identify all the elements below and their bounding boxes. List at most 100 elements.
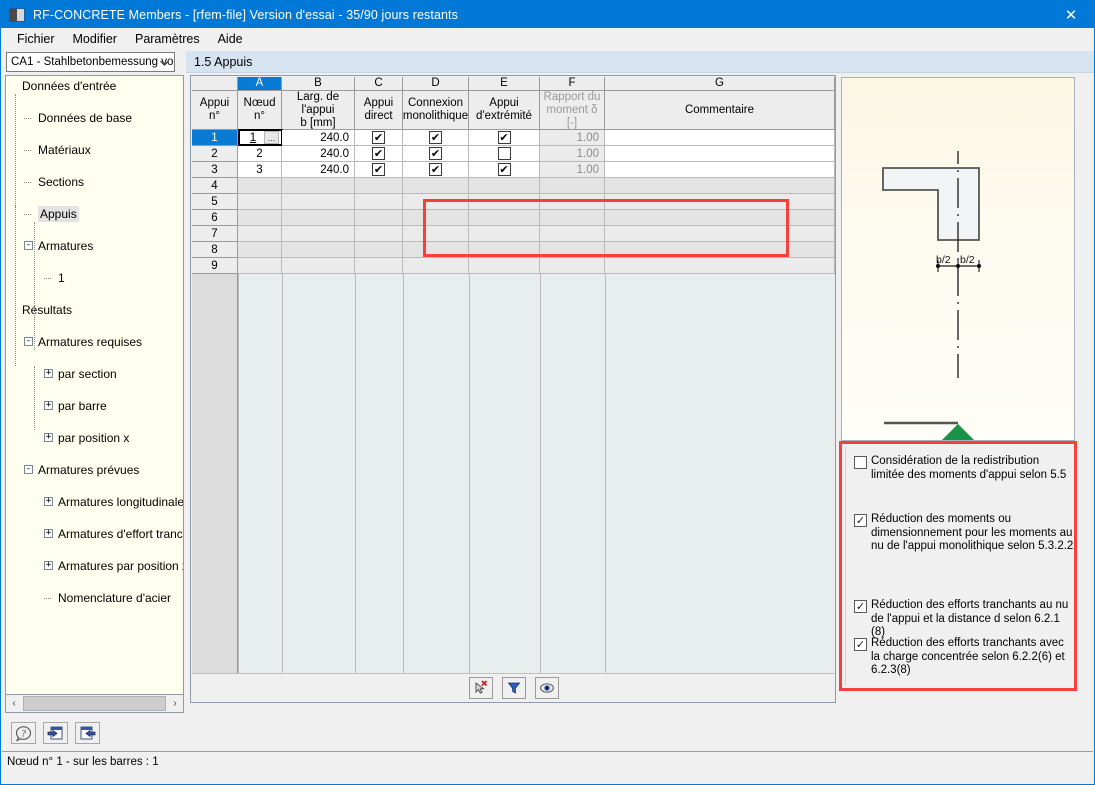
cell-appui-extremite[interactable]: ✔ [469,162,540,178]
empty-cell[interactable] [238,178,282,194]
cell-largeur[interactable]: 240.0 [282,146,355,162]
menu-item-modifier[interactable]: Modifier [64,30,126,48]
tree-node-1[interactable]: 1 [6,270,183,286]
empty-cell[interactable] [469,210,540,226]
empty-cell[interactable] [605,242,835,258]
cell-commentaire[interactable] [605,162,835,178]
empty-cell[interactable] [469,242,540,258]
cell-commentaire[interactable] [605,146,835,162]
cell-appui-direct-checkbox[interactable]: ✔ [372,131,385,144]
option-checkbox-3[interactable]: ✓ [854,638,867,651]
row-header-6[interactable]: 6 [192,210,238,226]
expand-icon[interactable]: + [44,529,53,538]
cell-appui-extremite-checkbox[interactable]: ✔ [497,163,511,176]
cell-appui-extremite-checkbox[interactable] [497,147,511,160]
empty-cell[interactable] [282,194,355,210]
menu-item-parametres[interactable]: Paramètres [126,30,209,48]
cell-appui-direct[interactable]: ✔ [355,146,403,162]
empty-cell[interactable] [540,194,605,210]
cell-connexion-monolithique[interactable]: ✔ [403,130,469,146]
empty-cell[interactable] [403,242,469,258]
column-header-D[interactable]: D [403,77,469,91]
column-header-G[interactable]: G [605,77,835,91]
tree-node-donn-es-de-base[interactable]: Données de base [6,110,183,126]
empty-cell[interactable] [355,242,403,258]
empty-cell[interactable] [605,178,835,194]
tree-node-par-position-x[interactable]: + par position x [6,430,183,446]
tree-node-armatures-requises[interactable]: - Armatures requises [6,334,183,350]
help-button[interactable]: ? [11,722,36,744]
cell-appui-extremite[interactable] [469,146,540,162]
empty-cell[interactable] [355,258,403,274]
empty-cell[interactable] [403,226,469,242]
row-header-7[interactable]: 7 [192,226,238,242]
filter-tool-button[interactable] [501,677,526,699]
empty-cell[interactable] [469,258,540,274]
empty-cell[interactable] [540,258,605,274]
empty-cell[interactable] [355,210,403,226]
cell-connexion-monolithique[interactable]: ✔ [403,146,469,162]
empty-cell[interactable] [355,226,403,242]
cell-appui-direct-checkbox[interactable]: ✔ [372,147,385,160]
column-header-B[interactable]: B [282,77,355,91]
pick-node-tool-button[interactable] [468,677,493,699]
empty-cell[interactable] [605,194,835,210]
expand-icon[interactable]: + [44,433,53,442]
expand-icon[interactable]: + [44,561,53,570]
empty-cell[interactable] [403,178,469,194]
scroll-left-icon[interactable]: ‹ [6,695,22,712]
row-header-5[interactable]: 5 [192,194,238,210]
empty-cell[interactable] [238,258,282,274]
empty-cell[interactable] [282,226,355,242]
expand-icon[interactable]: + [44,369,53,378]
option-checkbox-1[interactable]: ✓ [854,514,867,527]
scroll-thumb[interactable] [23,696,166,711]
empty-cell[interactable] [469,194,540,210]
chevron-down-icon[interactable] [157,56,171,70]
option-row-2[interactable]: ✓ Réduction des efforts tranchants au nu … [854,599,1074,640]
navigation-tree[interactable]: Données d'entrée Données de base Matériaux… [5,75,184,696]
empty-cell[interactable] [469,226,540,242]
tree-node-par-section[interactable]: + par section [6,366,183,382]
empty-cell[interactable] [540,210,605,226]
collapse-icon[interactable]: - [24,241,33,250]
empty-cell[interactable] [540,226,605,242]
empty-cell[interactable] [605,258,835,274]
cell-connexion-monolithique-checkbox[interactable]: ✔ [429,147,442,160]
supports-table[interactable]: A B C D E F G Appui n° Nœud n° Larg. de l'appui b [m… [192,77,835,673]
empty-cell[interactable] [238,242,282,258]
column-header-corner[interactable] [192,77,238,91]
view-tool-button[interactable] [534,677,559,699]
row-header-2[interactable]: 2 [192,146,238,162]
empty-cell[interactable] [282,258,355,274]
cell-connexion-monolithique[interactable]: ✔ [403,162,469,178]
cell-appui-direct[interactable]: ✔ [355,162,403,178]
tree-node-mat-riaux[interactable]: Matériaux [6,142,183,158]
empty-cell[interactable] [540,242,605,258]
column-header-C[interactable]: C [355,77,403,91]
option-row-3[interactable]: ✓ Réduction des efforts tranchants avec l… [854,637,1074,678]
close-icon[interactable]: ✕ [1048,1,1094,28]
empty-cell[interactable] [605,210,835,226]
menu-item-fichier[interactable]: Fichier [8,30,64,48]
empty-cell[interactable] [282,178,355,194]
row-header-9[interactable]: 9 [192,258,238,274]
column-header-E[interactable]: E [469,77,540,91]
expand-icon[interactable]: + [44,497,53,506]
collapse-icon[interactable]: - [24,465,33,474]
cell-noeud[interactable]: 2 [238,146,282,162]
tree-node-r-sultats[interactable]: Résultats [6,302,183,318]
tree-node-armatures-longitudinales[interactable]: + Armatures longitudinales [6,494,183,510]
empty-cell[interactable] [540,178,605,194]
cell-connexion-monolithique-checkbox[interactable]: ✔ [429,163,442,176]
empty-cell[interactable] [282,210,355,226]
row-header-4[interactable]: 4 [192,178,238,194]
tree-node-par-barre[interactable]: + par barre [6,398,183,414]
option-checkbox-2[interactable]: ✓ [854,600,867,613]
empty-cell[interactable] [238,194,282,210]
cell-appui-direct[interactable]: ✔ [355,130,403,146]
cell-appui-direct-checkbox[interactable]: ✔ [372,163,385,176]
tree-node-nomenclature-d-acier[interactable]: Nomenclature d'acier [6,590,183,606]
tree-horizontal-scrollbar[interactable]: ‹ › [5,694,184,713]
cell-appui-extremite[interactable]: ✔ [469,130,540,146]
